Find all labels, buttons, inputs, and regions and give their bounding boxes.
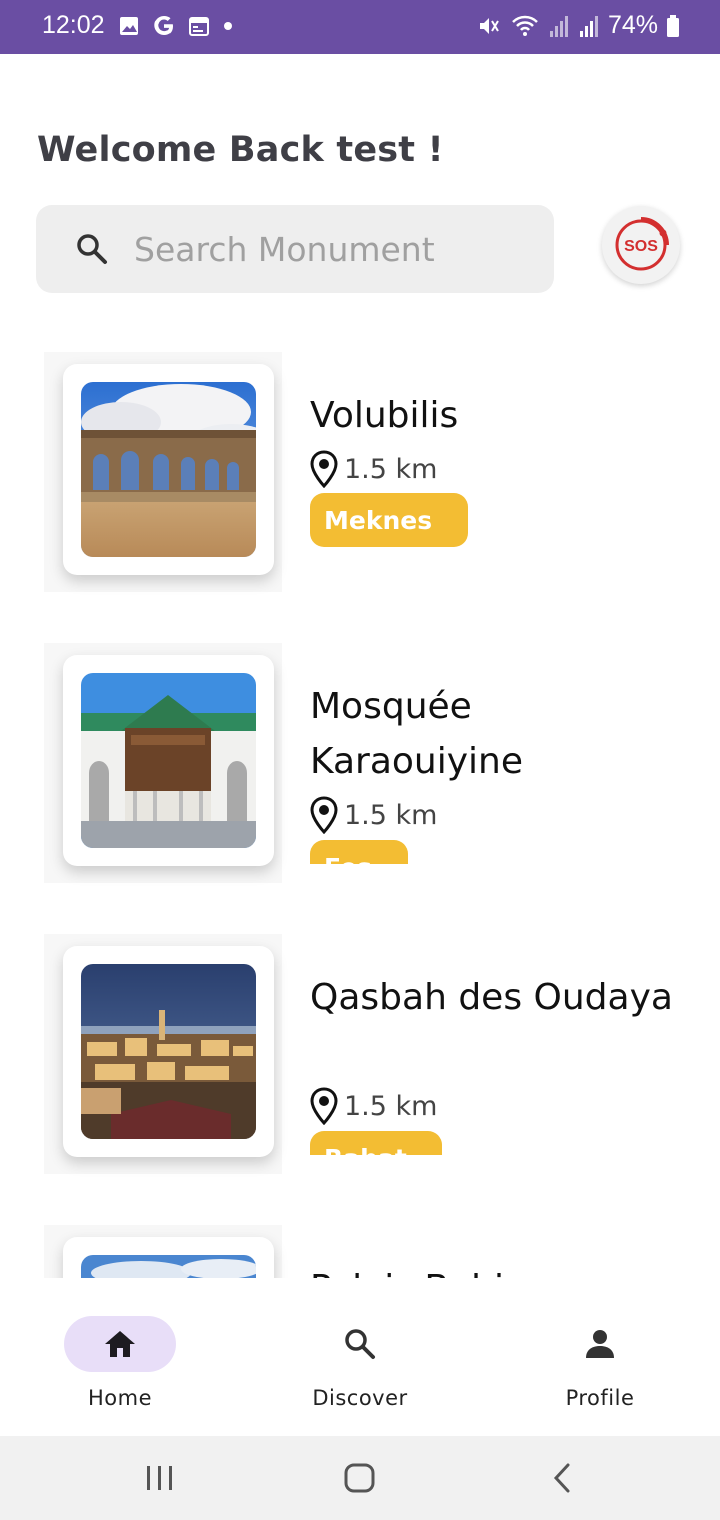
monument-title: Palais Bahia <box>310 1261 690 1278</box>
monument-distance: 1.5 km <box>310 450 437 488</box>
nav-active-indicator <box>64 1316 176 1372</box>
monument-thumbnail-frame <box>63 946 274 1157</box>
battery-percent: 74% <box>607 11 658 39</box>
monument-image <box>81 673 256 848</box>
mute-icon <box>479 17 499 34</box>
nav-label-profile: Profile <box>565 1386 635 1410</box>
status-left-icons <box>118 14 234 38</box>
status-bar: 12:02 74% <box>0 0 720 54</box>
nav-item-home[interactable]: Home <box>40 1316 200 1426</box>
location-pin-icon <box>310 1087 338 1125</box>
wifi-icon <box>512 15 538 36</box>
welcome-title: Welcome Back test ! <box>37 130 444 170</box>
monument-thumbnail-frame <box>63 655 274 866</box>
status-right-icons: 74% <box>476 11 680 40</box>
search-icon <box>345 1329 375 1359</box>
city-tag[interactable]: Fes <box>310 840 408 864</box>
city-tag[interactable]: Meknes <box>310 493 468 547</box>
monument-thumbnail-frame <box>63 1237 274 1278</box>
monument-title: Volubilis <box>310 395 459 436</box>
system-navigation-bar <box>0 1436 720 1520</box>
monument-card[interactable]: Volubilis 1.5 km Meknes <box>0 330 720 592</box>
monument-card[interactable]: Qasbah des Oudaya 1.5 km Rabat <box>0 912 720 1174</box>
person-icon <box>586 1330 614 1358</box>
city-tag-wrapper: Rabat <box>310 1131 444 1155</box>
status-time: 12:02 <box>42 11 105 39</box>
monument-image <box>81 1255 256 1278</box>
dot-icon <box>224 22 232 30</box>
monument-distance: 1.5 km <box>310 1087 437 1125</box>
google-icon <box>154 16 173 35</box>
city-tag[interactable]: Rabat <box>310 1131 442 1155</box>
signal-icon <box>579 15 598 37</box>
bottom-navigation: Home Discover Profile <box>0 1278 720 1436</box>
monument-title: Mosquée Karaouiyine <box>310 686 524 782</box>
distance-text: 1.5 km <box>344 1090 438 1122</box>
nav-item-profile[interactable]: Profile <box>520 1316 680 1426</box>
monument-card[interactable]: Palais Bahia <box>0 1203 720 1278</box>
monument-card[interactable]: Mosquée Karaouiyine 1.5 km Fes <box>0 621 720 883</box>
signal-icon <box>549 15 568 37</box>
sos-icon: SOS <box>615 217 669 271</box>
nav-item-discover[interactable]: Discover <box>280 1316 440 1426</box>
back-icon[interactable] <box>548 1462 578 1494</box>
distance-text: 1.5 km <box>344 799 438 831</box>
monument-thumbnail-frame <box>63 364 274 575</box>
home-button-icon[interactable] <box>343 1462 377 1494</box>
nav-label-discover: Discover <box>312 1386 408 1410</box>
distance-text: 1.5 km <box>344 453 438 485</box>
search-icon <box>77 234 107 264</box>
monument-image <box>81 964 256 1139</box>
location-pin-icon <box>310 796 338 834</box>
search-input[interactable] <box>134 223 534 275</box>
monument-image <box>81 382 256 557</box>
sos-label: SOS <box>624 238 658 255</box>
monument-title: Qasbah des Oudaya <box>310 977 673 1018</box>
recent-apps-icon[interactable] <box>144 1462 176 1494</box>
battery-icon <box>667 14 679 37</box>
monument-list[interactable]: Volubilis 1.5 km Meknes Mosquée Karaouiy… <box>0 330 720 1278</box>
city-tag-wrapper: Meknes <box>310 493 470 547</box>
search-bar[interactable] <box>36 205 554 293</box>
calendar-icon <box>189 17 209 36</box>
nav-label-home: Home <box>87 1386 152 1410</box>
image-icon <box>120 17 138 35</box>
home-icon <box>105 1331 135 1357</box>
monument-distance: 1.5 km <box>310 796 437 834</box>
city-tag-wrapper: Fes <box>310 840 410 864</box>
sos-button[interactable]: SOS <box>602 206 680 284</box>
location-pin-icon <box>310 450 338 488</box>
